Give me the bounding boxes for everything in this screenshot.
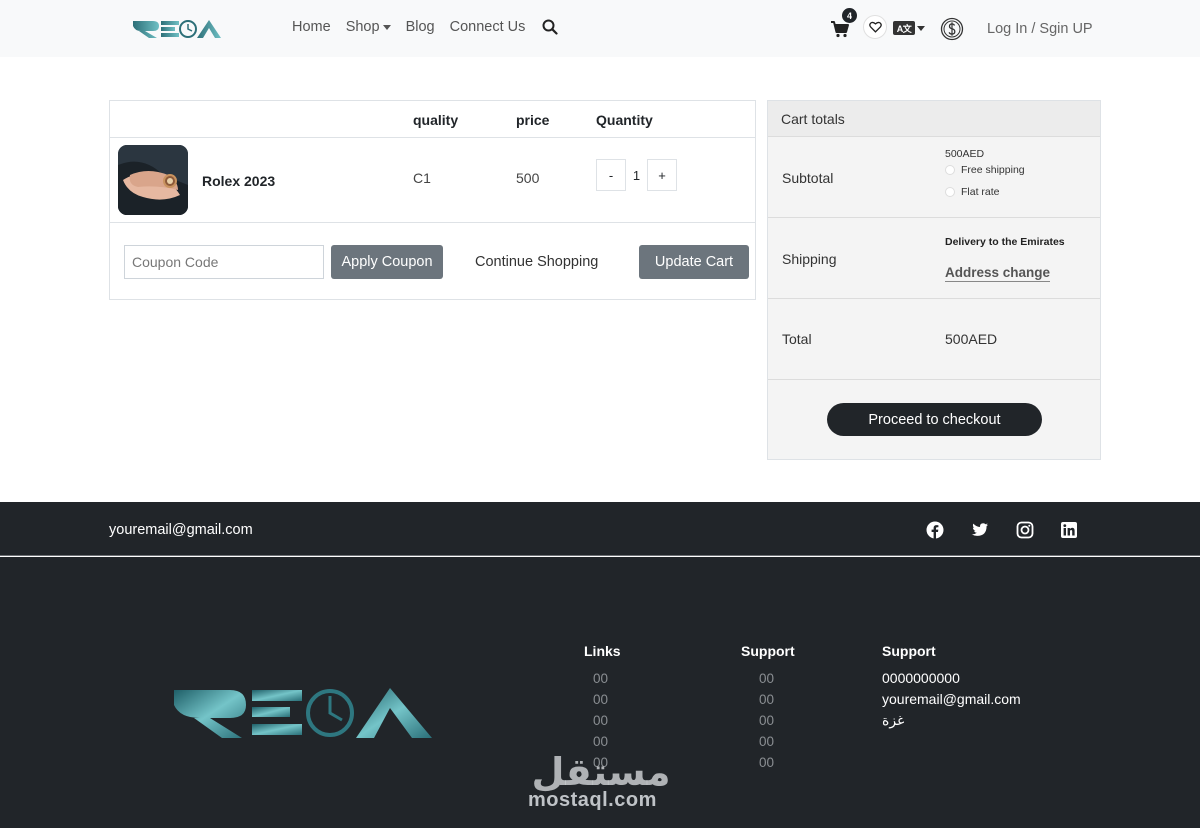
- list-item[interactable]: 00: [593, 668, 608, 689]
- nav-blog[interactable]: Blog: [406, 19, 435, 35]
- chevron-down-icon: [917, 25, 925, 31]
- product-price: 500: [516, 170, 540, 186]
- cart-totals-title: Cart totals: [768, 101, 1100, 137]
- continue-shopping-link[interactable]: Continue Shopping: [475, 254, 598, 270]
- list-item[interactable]: 00: [593, 710, 608, 731]
- cart-actions: Apply Coupon Continue Shopping Update Ca…: [110, 223, 755, 299]
- currency-icon[interactable]: [940, 17, 964, 41]
- cart-totals: Cart totals Subtotal 500AED Free shippin…: [767, 100, 1101, 460]
- contact-email[interactable]: youremail@gmail.com: [882, 689, 1021, 710]
- shipping-label: Shipping: [782, 251, 837, 267]
- radio-button[interactable]: [945, 165, 955, 175]
- quantity-decrement-button[interactable]: -: [596, 159, 626, 191]
- product-image[interactable]: [118, 145, 188, 215]
- linkedin-icon[interactable]: [1060, 521, 1078, 539]
- total-label: Total: [782, 331, 812, 347]
- quantity-stepper: - 1 +: [596, 159, 677, 191]
- login-link[interactable]: Log In / Sgin UP: [987, 21, 1093, 37]
- radio-button[interactable]: [945, 187, 955, 197]
- wishlist-button[interactable]: [863, 15, 887, 39]
- total-row: Total 500AED: [768, 299, 1100, 380]
- reya-logo-icon[interactable]: [131, 16, 229, 42]
- product-quality: C1: [413, 170, 431, 186]
- shipping-row: Shipping Delivery to the Emirates Addres…: [768, 218, 1100, 299]
- facebook-icon[interactable]: [926, 521, 944, 539]
- shipping-destination: Delivery to the Emirates: [945, 236, 1065, 248]
- header: Home Shop Blog Connect Us 4 A文 Log In / …: [0, 0, 1200, 57]
- watch-icon: [118, 145, 188, 215]
- watermark-arabic: مستقل: [532, 750, 671, 794]
- cart-count-badge: 4: [842, 8, 857, 23]
- coupon-input[interactable]: [124, 245, 324, 279]
- footer-top-bar: youremail@gmail.com: [0, 502, 1200, 556]
- proceed-to-checkout-button[interactable]: Proceed to checkout: [827, 403, 1042, 436]
- translate-icon: A文: [893, 21, 915, 35]
- table-row: Rolex 2023 C1 500 - 1 +: [110, 138, 755, 223]
- list-item[interactable]: 00: [759, 689, 774, 710]
- twitter-icon[interactable]: [971, 521, 989, 539]
- nav-shop-label: Shop: [345, 19, 380, 35]
- shipping-option-label: Free shipping: [961, 164, 1025, 176]
- watermark-text: mostaql.com: [528, 789, 657, 811]
- column-price: price: [516, 112, 550, 128]
- table-header: quality price Quantity: [110, 101, 755, 138]
- list-item[interactable]: 00: [759, 710, 774, 731]
- cart-table: quality price Quantity Rolex 2023 C1 500…: [109, 100, 756, 300]
- shipping-option-free[interactable]: Free shipping: [945, 164, 1025, 176]
- total-value: 500AED: [945, 331, 998, 347]
- footer-email[interactable]: youremail@gmail.com: [109, 522, 253, 538]
- shipping-option-label: Flat rate: [961, 186, 1000, 198]
- support-title: Support: [741, 643, 795, 659]
- subtotal-label: Subtotal: [782, 170, 834, 186]
- list-item[interactable]: 00: [759, 668, 774, 689]
- language-switcher[interactable]: A文: [893, 21, 925, 35]
- subtotal-row: Subtotal 500AED Free shipping Flat rate: [768, 137, 1100, 218]
- contact-list: 0000000000 youremail@gmail.com غزة: [882, 668, 1021, 731]
- apply-coupon-button[interactable]: Apply Coupon: [331, 245, 443, 279]
- quantity-increment-button[interactable]: +: [647, 159, 677, 191]
- product-name[interactable]: Rolex 2023: [202, 173, 275, 189]
- support-list: 00 00 00 00 00: [759, 668, 774, 773]
- list-item[interactable]: 00: [593, 689, 608, 710]
- main-nav: Home Shop Blog Connect Us: [292, 19, 558, 35]
- contact-phone[interactable]: 0000000000: [882, 668, 1021, 689]
- list-item[interactable]: 00: [759, 731, 774, 752]
- chevron-down-icon: [382, 24, 391, 30]
- quantity-value: 1: [632, 167, 641, 183]
- nav-shop[interactable]: Shop: [346, 19, 391, 35]
- nav-home[interactable]: Home: [292, 19, 331, 35]
- search-icon[interactable]: [542, 19, 558, 35]
- column-quantity: Quantity: [596, 112, 653, 128]
- instagram-icon[interactable]: [1016, 521, 1034, 539]
- shipping-option-flat[interactable]: Flat rate: [945, 186, 1000, 198]
- update-cart-button[interactable]: Update Cart: [639, 245, 749, 279]
- address-change-link[interactable]: Address change: [945, 265, 1051, 282]
- footer-main: Links 00 00 00 00 00 Support 00 00 00 00…: [0, 557, 1200, 828]
- contact-location: غزة: [882, 712, 905, 728]
- list-item[interactable]: 00: [759, 752, 774, 773]
- heart-icon: [868, 21, 882, 33]
- reya-logo-icon[interactable]: [170, 680, 445, 747]
- subtotal-amount: 500AED: [945, 148, 985, 160]
- contact-title: Support: [882, 643, 936, 659]
- column-quality: quality: [413, 112, 459, 128]
- links-title: Links: [584, 643, 621, 659]
- nav-connect-us[interactable]: Connect Us: [450, 19, 526, 35]
